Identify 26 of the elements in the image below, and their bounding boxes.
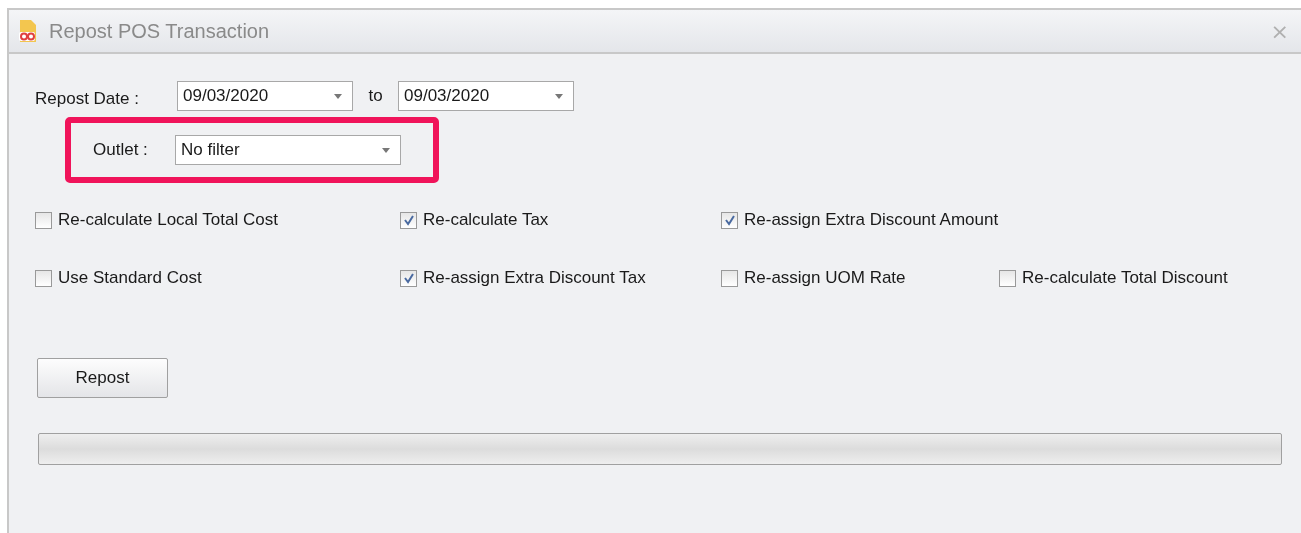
checkbox-option[interactable]: Re-calculate Total Discount <box>999 268 1228 288</box>
checkbox-option[interactable]: Re-assign Extra Discount Tax <box>400 268 721 288</box>
window-title: Repost POS Transaction <box>49 19 270 43</box>
checkbox-option[interactable]: Re-calculate Tax <box>400 210 721 230</box>
app-icon <box>17 19 39 43</box>
outlet-dropdown[interactable]: No filter <box>175 135 401 165</box>
to-label: to <box>367 86 384 106</box>
checkbox[interactable] <box>35 269 52 287</box>
checkbox-option[interactable]: Re-calculate Local Total Cost <box>35 210 400 230</box>
checkbox[interactable] <box>999 269 1016 287</box>
to-date-field[interactable]: 09/03/2020 <box>398 81 574 111</box>
caret-icon <box>382 147 390 153</box>
repost-date-label: Repost Date : <box>35 88 140 109</box>
checkbox[interactable] <box>35 211 52 229</box>
caret-icon <box>334 93 342 99</box>
checkbox[interactable] <box>400 269 417 287</box>
checkbox-option[interactable]: Use Standard Cost <box>35 268 400 288</box>
checkbox[interactable] <box>721 269 738 287</box>
repost-button[interactable]: Repost <box>37 358 168 398</box>
outlet-label: Outlet : <box>92 140 149 160</box>
checkbox[interactable] <box>400 211 417 229</box>
from-date-field[interactable]: 09/03/2020 <box>177 81 353 111</box>
checkbox-option[interactable]: Re-assign Extra Discount Amount <box>721 210 999 230</box>
checkbox-option[interactable]: Re-assign UOM Rate <box>721 268 999 288</box>
caret-icon <box>555 93 563 99</box>
checkbox[interactable] <box>721 211 738 229</box>
